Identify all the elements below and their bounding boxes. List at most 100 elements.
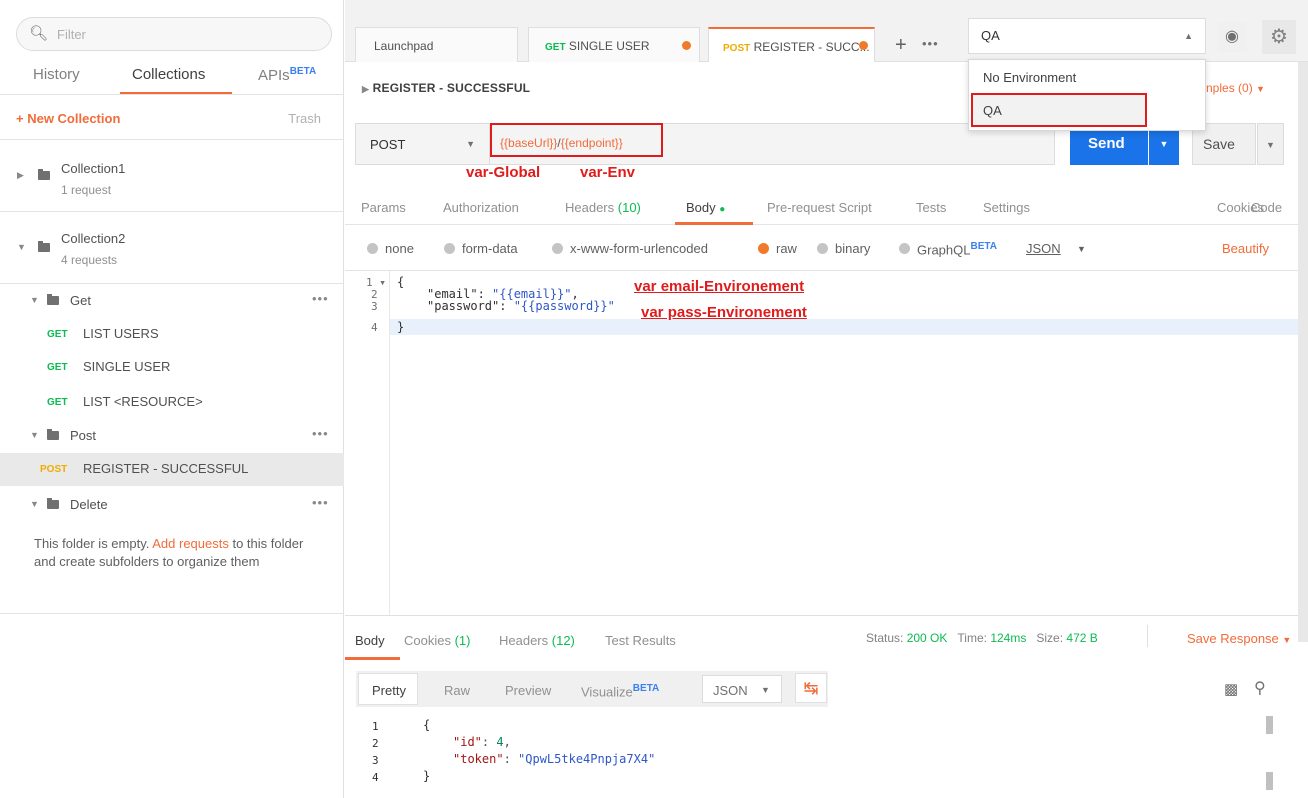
request-name: REGISTER - SUCCESSFUL	[83, 461, 249, 476]
caret-right-icon: ▶	[17, 170, 24, 180]
tab-body[interactable]: Body ●	[686, 200, 725, 215]
tab-headers-label: Headers	[565, 200, 615, 215]
scrollbar-thumb[interactable]	[1266, 772, 1273, 790]
beta-badge: BETA	[289, 66, 317, 77]
response-line: {	[423, 718, 431, 732]
line-gutter	[345, 271, 390, 615]
code-line: "password": "{{password}}"	[427, 300, 615, 312]
scrollbar[interactable]	[1298, 62, 1308, 642]
folder-item[interactable]: ▼ Post •••	[0, 420, 344, 450]
status-label: Status:	[866, 631, 904, 645]
method-value: POST	[370, 137, 406, 152]
new-collection-button[interactable]: + New Collection	[16, 111, 120, 126]
chevron-down-icon: ▼	[1282, 635, 1292, 645]
body-active-dot-icon: ●	[719, 204, 726, 215]
request-title-text: REGISTER - SUCCESSFUL	[372, 81, 531, 95]
code-link[interactable]: Code	[1251, 200, 1282, 215]
examples-dropdown[interactable]: nples (0) ▼	[1206, 81, 1265, 95]
save-response-label: Save Response	[1187, 631, 1279, 646]
tab-launchpad[interactable]: Launchpad	[355, 27, 518, 62]
caret-right-icon: ▶	[362, 84, 370, 94]
trash-button[interactable]: Trash	[288, 111, 321, 126]
body-format-select[interactable]: JSON	[1026, 241, 1061, 256]
environment-select[interactable]: QA ▲	[968, 18, 1206, 54]
tab-headers[interactable]: Headers (10)	[565, 200, 641, 215]
radio-binary[interactable]	[817, 243, 828, 254]
examples-label: nples (0)	[1206, 81, 1253, 95]
view-visualize[interactable]: VisualizeBETA	[581, 683, 659, 699]
folder-item[interactable]: ▼ Get •••	[0, 285, 344, 315]
request-name: LIST <RESOURCE>	[83, 394, 203, 409]
radio-graphql[interactable]	[899, 243, 910, 254]
method-badge: GET	[47, 362, 68, 373]
request-item-selected[interactable]: POST REGISTER - SUCCESSFUL	[0, 453, 344, 486]
search-icon[interactable]: ⚲	[1254, 678, 1266, 698]
method-badge: GET	[47, 397, 68, 408]
request-item[interactable]: GET LIST <RESOURCE>	[0, 386, 344, 416]
json-key: "token"	[453, 752, 504, 766]
response-meta: Status: 200 OK Time: 124ms Size: 472 B	[866, 631, 1098, 645]
env-option-no-environment[interactable]: No Environment	[983, 70, 1076, 85]
response-line: }	[423, 769, 431, 783]
eye-icon[interactable]: ◉	[1217, 22, 1247, 52]
more-icon[interactable]: •••	[312, 291, 329, 306]
beautify-link[interactable]: Beautify	[1222, 241, 1269, 256]
response-format-value: JSON	[713, 683, 748, 698]
response-tab-test-results[interactable]: Test Results	[605, 633, 676, 648]
folder-name: Delete	[70, 497, 108, 512]
request-title[interactable]: ▶ REGISTER - SUCCESSFUL	[362, 81, 530, 95]
view-pretty: Pretty	[372, 683, 406, 698]
body-type-binary: binary	[835, 241, 871, 256]
response-tab-cookies[interactable]: Cookies (1)	[404, 633, 470, 648]
radio-raw[interactable]	[758, 243, 769, 254]
response-line: "id": 4,	[453, 735, 511, 749]
new-tab-icon[interactable]: +	[895, 34, 907, 57]
response-format-select[interactable]: JSON ▼	[702, 675, 782, 703]
tab-register-successful[interactable]: POST REGISTER - SUCC...	[708, 27, 875, 62]
tab-body-label: Body	[686, 200, 716, 215]
chevron-down-icon: ▼	[466, 139, 475, 149]
tab-pre-request-script[interactable]: Pre-request Script	[767, 200, 872, 215]
gear-icon[interactable]: ⚙	[1262, 20, 1296, 54]
collection-item[interactable]: ▼ Collection2 4 requests	[0, 212, 344, 283]
add-requests-link[interactable]: Add requests	[152, 536, 229, 551]
tab-authorization[interactable]: Authorization	[443, 200, 519, 215]
tab-history[interactable]: History	[33, 66, 80, 83]
scrollbar-thumb[interactable]	[1266, 716, 1273, 734]
copy-icon[interactable]: ▩	[1224, 680, 1238, 698]
collection-item[interactable]: ▶ Collection1 1 request	[0, 140, 344, 211]
radio-urlencoded[interactable]	[552, 243, 563, 254]
save-response-dropdown[interactable]: Save Response ▼	[1187, 631, 1291, 646]
save-options-button[interactable]: ▼	[1257, 123, 1284, 165]
folder-item[interactable]: ▼ Delete •••	[0, 489, 344, 519]
wrap-lines-icon[interactable]: ↹	[795, 673, 827, 703]
tab-single-user[interactable]: GET SINGLE USER	[528, 27, 700, 62]
tab-settings[interactable]: Settings	[983, 200, 1030, 215]
response-tab-body[interactable]: Body	[355, 633, 385, 648]
folder-icon	[38, 241, 50, 252]
folder-icon	[47, 498, 59, 509]
tab-collections[interactable]: Collections	[132, 66, 205, 83]
radio-form-data[interactable]	[444, 243, 455, 254]
request-name: LIST USERS	[83, 326, 159, 341]
request-item[interactable]: GET SINGLE USER	[0, 351, 344, 381]
empty-text-before: This folder is empty.	[34, 536, 153, 551]
more-icon[interactable]: •••	[312, 495, 329, 510]
more-tabs-icon[interactable]: •••	[922, 36, 939, 51]
env-option-qa[interactable]: QA	[971, 93, 1147, 127]
tab-apis[interactable]: APIsBETA	[258, 66, 316, 84]
more-icon[interactable]: •••	[312, 426, 329, 441]
radio-none[interactable]	[367, 243, 378, 254]
environment-value: QA	[981, 28, 1000, 43]
view-raw[interactable]: Raw	[444, 683, 470, 698]
env-option-label: QA	[983, 103, 1002, 118]
method-select[interactable]: POST ▼	[355, 123, 490, 165]
response-tab-headers[interactable]: Headers (12)	[499, 633, 575, 648]
tab-params[interactable]: Params	[361, 200, 406, 215]
tab-tests[interactable]: Tests	[916, 200, 946, 215]
filter-placeholder: Filter	[57, 27, 86, 42]
filter-input[interactable]: 🔍︎ Filter	[16, 17, 332, 51]
view-preview[interactable]: Preview	[505, 683, 551, 698]
collection-count: 4 requests	[61, 253, 118, 267]
request-item[interactable]: GET LIST USERS	[0, 318, 344, 348]
